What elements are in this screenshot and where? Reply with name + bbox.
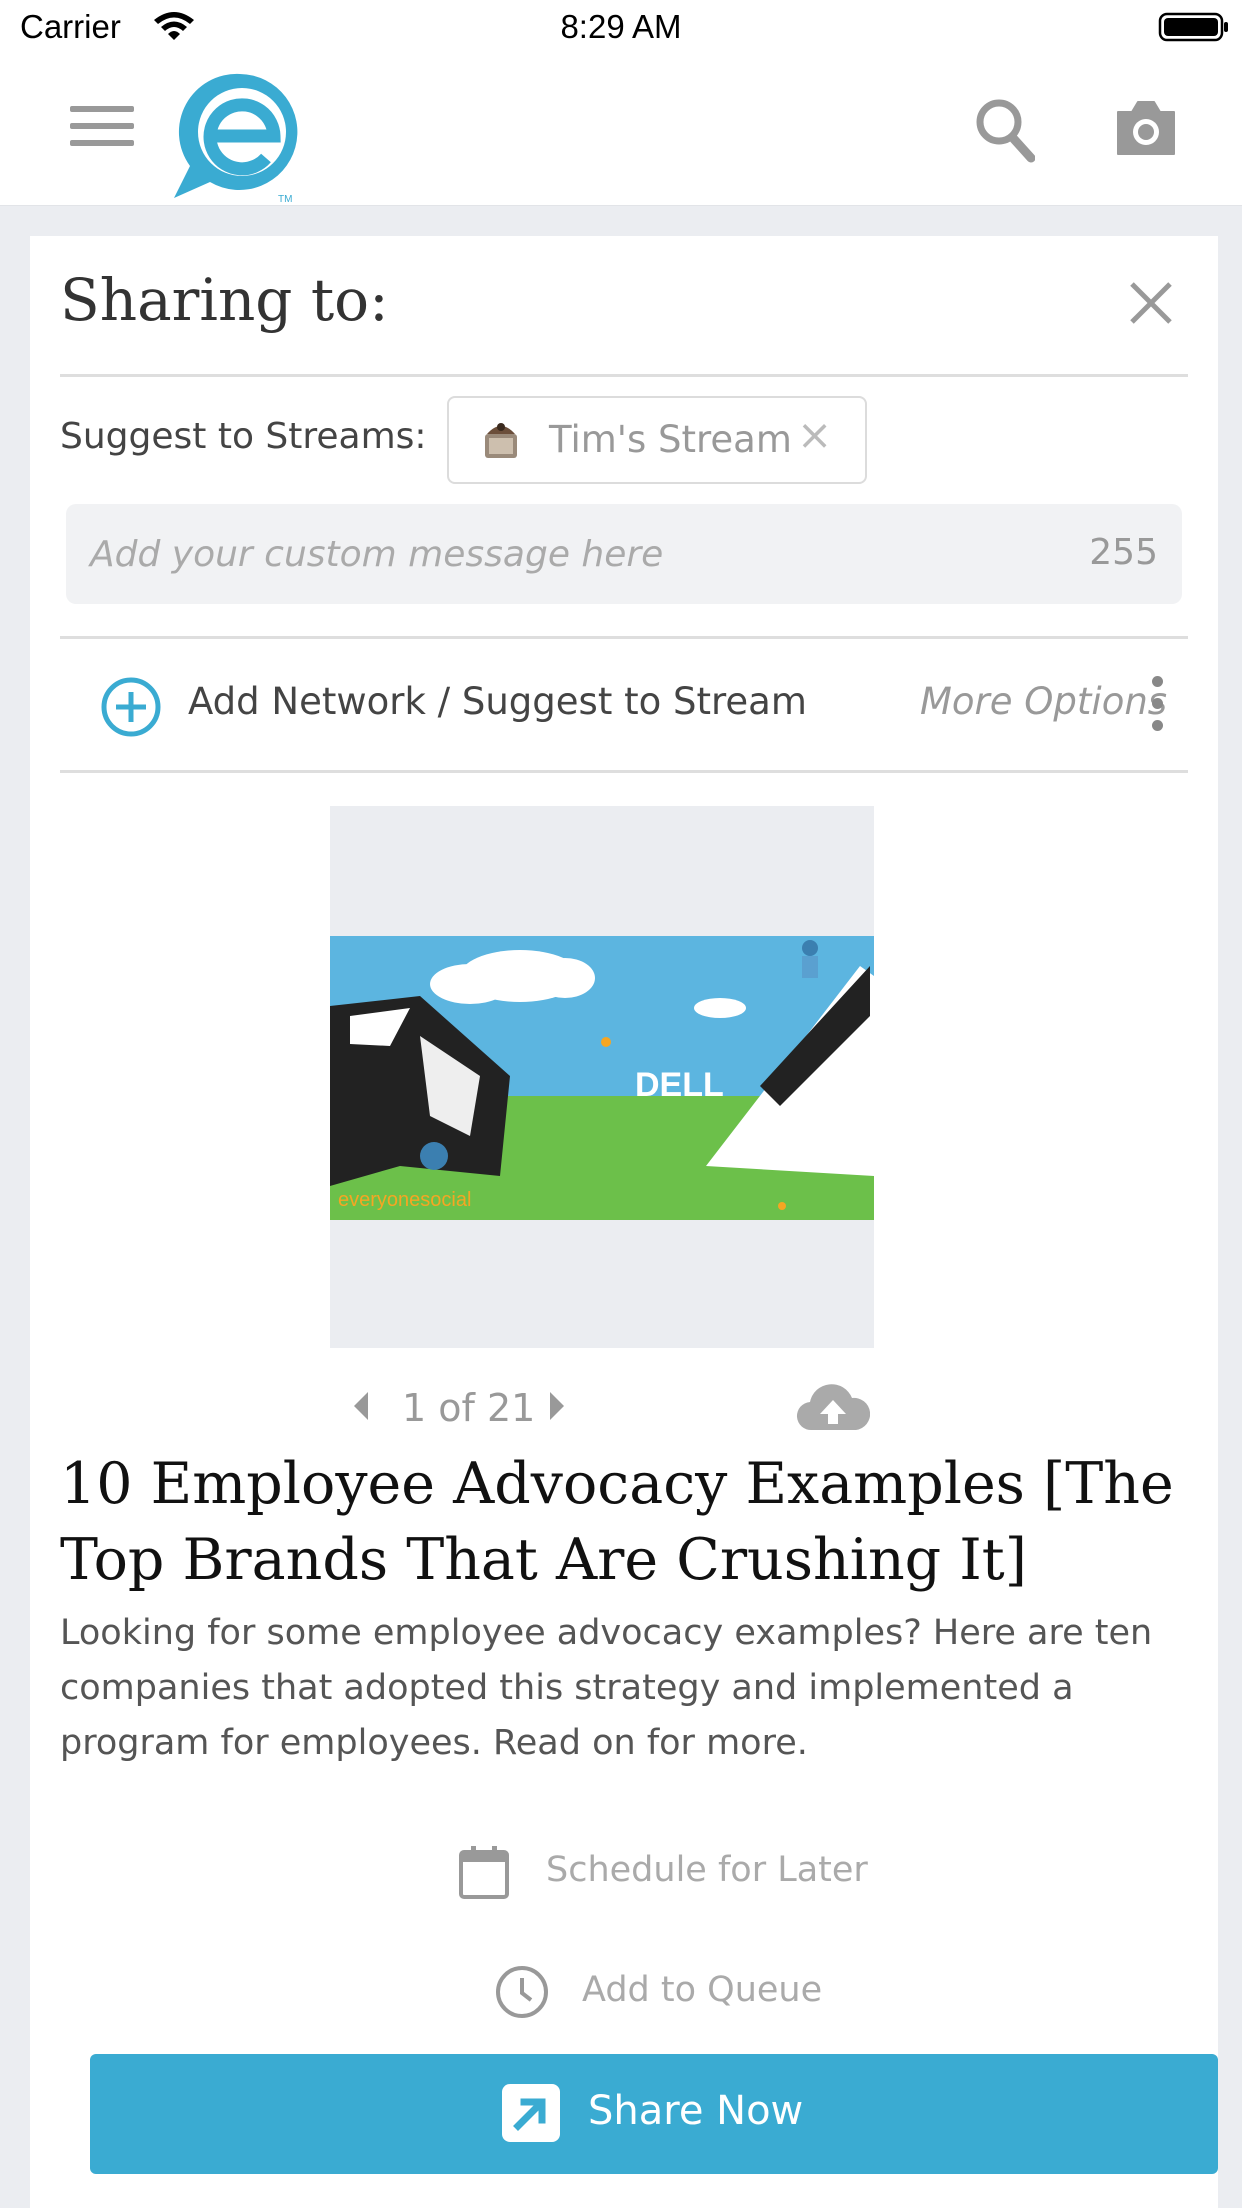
schedule-for-later-button[interactable]: Schedule for Later [30,1836,1218,1906]
pager-text: 1 of 21 [402,1386,536,1430]
custom-message-input[interactable]: Add your custom message here 255 [66,504,1182,604]
article-description: Looking for some employee advocacy examp… [60,1613,1153,1763]
cloud-upload-icon[interactable] [796,1380,870,1436]
more-options-label[interactable]: More Options [920,680,1167,723]
stream-chip[interactable]: Tim's Stream × [447,396,867,484]
stream-avatar-icon [485,423,517,458]
calendar-icon [459,1846,509,1899]
plus-circle-icon[interactable] [100,676,162,738]
camera-icon[interactable] [1114,98,1178,158]
battery-icon [1158,12,1228,42]
article-title[interactable]: 10 Employee Advocacy Examples [The Top B… [60,1446,1200,1598]
kebab-menu-icon[interactable] [1152,676,1164,732]
stream-name: Tim's Stream [549,418,792,461]
share-card: Sharing to: Suggest to Streams: Tim's St… [30,236,1218,2208]
share-now-label: Share Now [588,2088,804,2134]
character-count: 255 [1089,532,1158,573]
search-icon[interactable] [975,98,1035,164]
chevron-right-icon[interactable] [544,1386,568,1426]
hamburger-icon[interactable] [70,106,134,156]
share-now-button[interactable]: Share Now [90,2054,1218,2174]
everyonesocial-logo[interactable]: TM [170,70,310,206]
image-watermark: everyonesocial [338,1189,471,1211]
article-image-frame: DELL everyonesocial [330,806,874,1348]
image-pager: 1 of 21 [350,1382,610,1438]
add-network-label[interactable]: Add Network / Suggest to Stream [188,680,807,723]
add-network-row[interactable]: Add Network / Suggest to Stream More Opt… [60,636,1188,768]
chevron-left-icon[interactable] [350,1386,374,1426]
status-time: 8:29 AM [560,8,682,45]
add-to-queue-button[interactable]: Add to Queue [30,1956,1218,2026]
remove-stream-icon[interactable]: × [797,410,832,459]
close-icon[interactable] [1126,278,1176,328]
clock-icon [496,1966,548,2018]
sharing-title: Sharing to: [60,266,389,334]
message-placeholder: Add your custom message here [90,534,664,575]
svg-text:TM: TM [278,194,292,205]
divider [60,770,1188,773]
status-bar: Carrier 8:29 AM [0,0,1242,56]
top-nav: TM [0,56,1242,206]
image-brand-text: DELL [635,1066,724,1104]
schedule-label: Schedule for Later [546,1850,868,1890]
article-image: DELL everyonesocial [330,936,874,1220]
suggest-to-streams-label: Suggest to Streams: [60,416,427,457]
queue-label: Add to Queue [582,1970,823,2010]
share-arrow-icon [502,2084,560,2142]
divider [60,374,1188,377]
